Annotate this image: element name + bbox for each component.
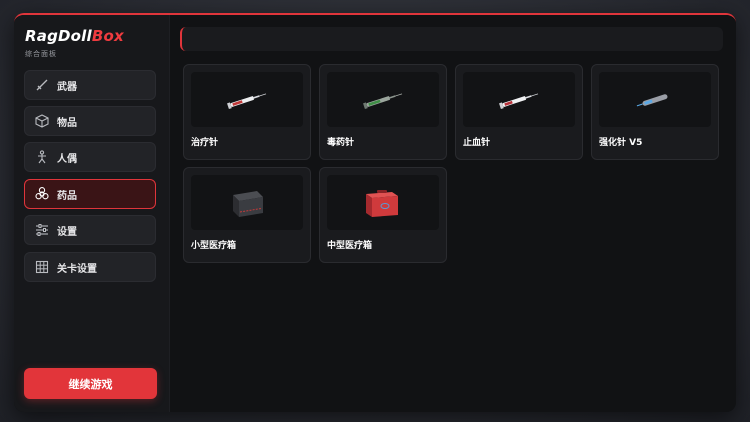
- content-area: 治疗针 毒药针 止血针 强化针 V5 小型医疗箱 中型医疗箱: [170, 15, 736, 412]
- biohazard-icon: [35, 187, 49, 201]
- item-name: 小型医疗箱: [191, 241, 237, 251]
- continue-game-button[interactable]: 继续游戏: [24, 368, 157, 399]
- item-name: 止血针: [463, 138, 491, 148]
- item-card[interactable]: 治疗针: [183, 64, 311, 160]
- brand-accent: Box: [91, 27, 124, 45]
- syringe-blue-icon: [636, 93, 668, 106]
- sidebar: RagDollBox 综合面板 武器 物品 人偶 药品 设置 关卡设置 继续游戏: [14, 15, 170, 412]
- item-name: 中型医疗箱: [327, 241, 373, 251]
- item-preview: [191, 175, 303, 230]
- sliders-icon: [35, 223, 49, 237]
- cube-icon: [35, 114, 49, 128]
- sidebar-item-label: 设置: [57, 226, 77, 238]
- sidebar-item-label: 药品: [57, 190, 77, 202]
- sidebar-item-label: 人偶: [57, 153, 77, 165]
- category-header-bar: [180, 27, 723, 51]
- game-background: RagDollBox 综合面板 武器 物品 人偶 药品 设置 关卡设置 继续游戏…: [0, 0, 750, 422]
- small-medkit-icon: [233, 190, 263, 217]
- sword-icon: [35, 78, 49, 92]
- item-preview: [327, 175, 439, 230]
- grid-icon: [35, 260, 49, 274]
- item-preview: [327, 72, 439, 127]
- medium-medkit-icon: [366, 189, 398, 217]
- brand-logo: RagDollBox: [25, 27, 124, 45]
- sidebar-item-ragdolls[interactable]: 人偶: [24, 142, 156, 172]
- item-name: 毒药针: [327, 138, 355, 148]
- item-card[interactable]: 小型医疗箱: [183, 167, 311, 263]
- item-preview: [599, 72, 711, 127]
- sidebar-item-level-settings[interactable]: 关卡设置: [24, 252, 156, 282]
- item-name: 强化针 V5: [599, 138, 643, 148]
- item-card[interactable]: 毒药针: [319, 64, 447, 160]
- syringe-green-icon: [363, 92, 403, 109]
- person-icon: [35, 150, 49, 164]
- item-card[interactable]: 强化针 V5: [591, 64, 719, 160]
- sidebar-item-weapons[interactable]: 武器: [24, 70, 156, 100]
- sidebar-item-label: 武器: [57, 81, 77, 93]
- sidebar-item-items[interactable]: 物品: [24, 106, 156, 136]
- sidebar-item-label: 物品: [57, 117, 77, 129]
- item-card[interactable]: 中型医疗箱: [319, 167, 447, 263]
- item-preview: [191, 72, 303, 127]
- item-preview: [463, 72, 575, 127]
- item-name: 治疗针: [191, 138, 219, 148]
- brand-main: RagDoll: [25, 27, 92, 45]
- sidebar-item-settings[interactable]: 设置: [24, 215, 156, 245]
- main-panel: RagDollBox 综合面板 武器 物品 人偶 药品 设置 关卡设置 继续游戏…: [14, 13, 736, 412]
- syringe-white-icon: [227, 92, 267, 109]
- panel-subtitle: 综合面板: [25, 50, 57, 58]
- sidebar-item-label: 关卡设置: [57, 263, 97, 275]
- syringe-red-icon: [499, 92, 539, 109]
- sidebar-item-medicine[interactable]: 药品: [24, 179, 156, 209]
- item-card[interactable]: 止血针: [455, 64, 583, 160]
